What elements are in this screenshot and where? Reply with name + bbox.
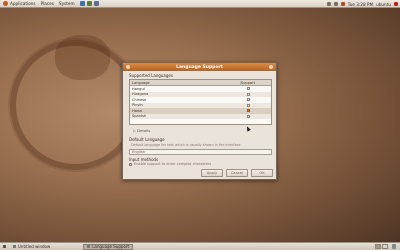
language-table: Language Support Hangul Hiragana Chinese… bbox=[129, 79, 272, 125]
window-icon bbox=[87, 245, 91, 248]
network-icon[interactable] bbox=[326, 2, 331, 6]
system-tray: Tue 3:28 PM ubuntu bbox=[324, 1, 398, 7]
menu-applications[interactable]: Applications bbox=[10, 1, 36, 6]
apply-button[interactable]: Apply bbox=[201, 169, 223, 177]
ok-button[interactable]: OK bbox=[251, 169, 273, 177]
language-checkbox[interactable] bbox=[247, 103, 251, 107]
language-checkbox[interactable] bbox=[247, 98, 251, 102]
default-language-label: Default Language bbox=[129, 137, 165, 142]
bottom-panel: Untitled window Language Support bbox=[0, 242, 400, 250]
task-label: Language Support bbox=[92, 244, 130, 249]
user-menu[interactable]: ubuntu bbox=[376, 2, 391, 7]
wallpaper-stain-spot bbox=[55, 35, 110, 80]
update-icon[interactable] bbox=[340, 2, 345, 6]
language-name: Chinese bbox=[132, 97, 147, 102]
ubuntu-logo-icon[interactable] bbox=[3, 1, 8, 6]
table-row[interactable]: Spanish bbox=[130, 113, 271, 119]
close-icon[interactable] bbox=[269, 64, 273, 69]
default-language-description: Default language for text which is usual… bbox=[131, 143, 242, 147]
column-language[interactable]: Language bbox=[130, 81, 240, 85]
window-menu-icon[interactable] bbox=[126, 64, 130, 69]
language-checkbox[interactable] bbox=[247, 92, 251, 96]
show-desktop-icon[interactable] bbox=[3, 245, 6, 248]
workspace-2[interactable] bbox=[382, 244, 388, 249]
task-label: Untitled window bbox=[18, 244, 51, 249]
language-name: Hanzi bbox=[132, 108, 143, 113]
language-name: Pinyin bbox=[132, 103, 143, 108]
mail-launcher-icon[interactable] bbox=[86, 1, 92, 6]
language-name: Spanish bbox=[132, 114, 147, 119]
task-untitled-window[interactable]: Untitled window bbox=[10, 244, 53, 250]
window-title: Language Support bbox=[176, 64, 223, 70]
power-icon[interactable] bbox=[394, 2, 398, 6]
workspace-switcher[interactable] bbox=[374, 244, 388, 249]
input-methods-checkbox-label: Enable support to enter complex characte… bbox=[134, 162, 212, 166]
input-methods-checkbox[interactable] bbox=[129, 162, 132, 166]
task-language-support[interactable]: Language Support bbox=[83, 243, 134, 250]
language-support-window: Language Support Supported Languages Lan… bbox=[122, 62, 277, 180]
help-launcher-icon[interactable] bbox=[93, 1, 99, 6]
menu-system[interactable]: System bbox=[59, 1, 75, 6]
supported-languages-label: Supported Languages bbox=[129, 73, 173, 78]
top-panel: Applications Places System Tue 3:28 PM u… bbox=[0, 0, 400, 8]
details-expander[interactable]: ▷ Details bbox=[133, 128, 150, 133]
window-icon bbox=[13, 245, 16, 248]
clock[interactable]: Tue 3:28 PM bbox=[348, 2, 373, 7]
default-language-select[interactable]: English bbox=[129, 149, 272, 155]
menu-places[interactable]: Places bbox=[41, 1, 54, 6]
language-name: Hangul bbox=[132, 86, 145, 91]
input-methods-checkbox-row[interactable]: Enable support to enter complex characte… bbox=[129, 162, 211, 166]
language-checkbox-checked[interactable] bbox=[247, 109, 251, 113]
workspace-1[interactable] bbox=[375, 244, 381, 249]
language-name: Hiragana bbox=[132, 92, 149, 97]
window-titlebar[interactable]: Language Support bbox=[123, 63, 276, 71]
trash-icon[interactable] bbox=[392, 244, 396, 249]
language-checkbox[interactable] bbox=[247, 87, 251, 91]
language-checkbox[interactable] bbox=[247, 114, 251, 118]
volume-icon[interactable] bbox=[333, 2, 338, 6]
cancel-button[interactable]: Cancel bbox=[226, 169, 248, 177]
browser-launcher-icon[interactable] bbox=[79, 1, 85, 6]
column-support[interactable]: Support bbox=[239, 80, 256, 85]
